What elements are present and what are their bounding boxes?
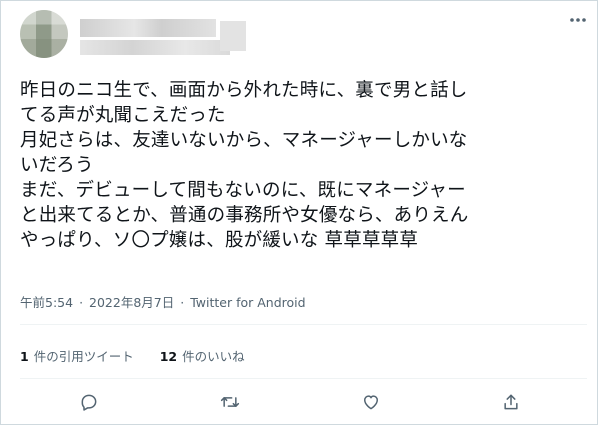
share-icon	[501, 392, 521, 412]
tweet-header	[20, 9, 590, 59]
divider	[20, 324, 587, 325]
tweet-card: 昨日のニコ生で、画面から外れた時に、裏で男と話し てる声が丸聞こえだった 月妃さ…	[0, 0, 598, 425]
tweet-line: やっぱり、ソ〇プ嬢は、股が緩いな 草草草草草	[20, 230, 419, 251]
quote-count: 1	[20, 349, 29, 364]
quote-label: 件の引用ツイート	[33, 349, 134, 364]
tweet-text: 昨日のニコ生で、画面から外れた時に、裏で男と話し てる声が丸聞こえだった 月妃さ…	[20, 78, 585, 253]
meta-separator: ·	[180, 295, 185, 310]
tweet-line: いだろう	[20, 155, 94, 176]
heart-icon	[361, 392, 381, 412]
avatar[interactable]	[20, 10, 68, 58]
redacted-display-name[interactable]	[80, 19, 216, 37]
likes-link[interactable]: 12 件のいいね	[160, 346, 245, 365]
more-options-button[interactable]	[567, 9, 589, 31]
tweet-line: まだ、デビューして間もないのに、既にマネージャー	[20, 180, 466, 201]
retweet-button[interactable]	[217, 389, 243, 415]
tweet-stats: 1 件の引用ツイート 12 件のいいね	[20, 346, 245, 365]
retweet-icon	[219, 392, 241, 412]
tweet-time-link[interactable]: 午前5:54	[20, 295, 73, 310]
divider	[20, 378, 587, 379]
tweet-client: Twitter for Android	[190, 295, 306, 310]
tweet-actions	[1, 389, 597, 417]
like-count: 12	[159, 349, 178, 364]
tweet-line: 月妃さらは、友達いないから、マネージャーしかいな	[20, 130, 468, 151]
meta-separator: ·	[79, 295, 84, 310]
tweet-date-link[interactable]: 2022年8月7日	[89, 295, 174, 310]
tweet-line: と出来てるとか、普通の事務所や女優なら、ありえん	[20, 205, 469, 226]
tweet-line: 昨日のニコ生で、画面から外れた時に、裏で男と話し	[20, 80, 468, 101]
tweet-meta: 午前5:54 · 2022年8月7日 · Twitter for Android	[20, 292, 308, 311]
reply-button[interactable]	[76, 389, 102, 415]
redacted-badge	[220, 21, 246, 51]
more-icon	[569, 17, 587, 23]
quote-tweets-link[interactable]: 1 件の引用ツイート	[20, 346, 134, 365]
tweet-line: てる声が丸聞こえだった	[20, 105, 226, 126]
like-label: 件のいいね	[182, 349, 245, 364]
redacted-username[interactable]	[80, 40, 230, 55]
reply-icon	[79, 392, 99, 412]
share-button[interactable]	[498, 389, 524, 415]
like-button[interactable]	[358, 389, 384, 415]
